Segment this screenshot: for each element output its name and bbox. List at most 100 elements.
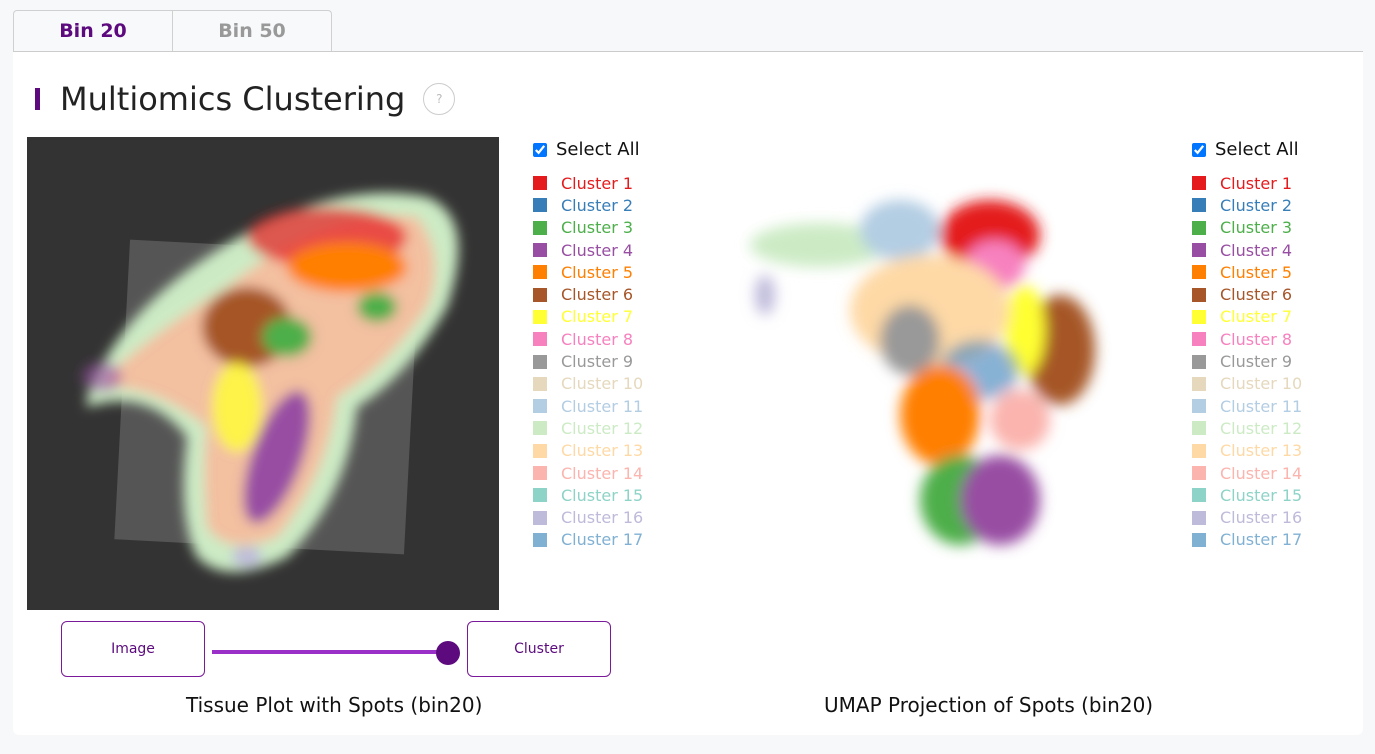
legend-item-cluster-3[interactable]: Cluster 3 <box>1192 217 1302 239</box>
color-swatch <box>533 287 547 302</box>
color-swatch <box>1192 443 1206 458</box>
legend-item-cluster-17[interactable]: Cluster 17 <box>1192 529 1302 551</box>
legend-item-cluster-7[interactable]: Cluster 7 <box>1192 306 1302 328</box>
legend-item-cluster-4[interactable]: Cluster 4 <box>533 239 643 261</box>
color-swatch <box>1192 488 1206 503</box>
color-swatch <box>533 198 547 213</box>
legend-label: Cluster 15 <box>1220 485 1303 505</box>
umap-legend: Select All Cluster 1 Cluster 2 Cluster 3 Cl… <box>1192 139 1302 551</box>
legend-item-cluster-1[interactable]: Cluster 1 <box>1192 172 1302 194</box>
image-button[interactable]: Image <box>61 621 205 677</box>
color-swatch <box>1192 243 1206 258</box>
legend-label: Cluster 7 <box>1220 307 1293 327</box>
legend-label: Cluster 9 <box>561 352 634 372</box>
legend-item-cluster-11[interactable]: Cluster 11 <box>1192 395 1302 417</box>
color-swatch <box>1192 332 1206 347</box>
legend-item-cluster-16[interactable]: Cluster 16 <box>1192 506 1302 528</box>
select-all-checkbox[interactable] <box>533 142 547 157</box>
legend-item-cluster-13[interactable]: Cluster 13 <box>1192 440 1302 462</box>
legend-label: Cluster 3 <box>561 218 634 238</box>
umap-clusters <box>750 200 1095 545</box>
color-swatch <box>533 399 547 414</box>
legend-label: Cluster 15 <box>561 485 644 505</box>
umap-select-all[interactable]: Select All <box>1192 139 1302 160</box>
color-swatch <box>1192 466 1206 480</box>
legend-item-cluster-13[interactable]: Cluster 13 <box>533 440 643 462</box>
tissue-plot-caption: Tissue Plot with Spots (bin20) <box>186 693 483 717</box>
legend-item-cluster-15[interactable]: Cluster 15 <box>533 484 643 506</box>
umap-plot[interactable] <box>730 180 1120 560</box>
legend-label: Cluster 14 <box>1220 463 1303 483</box>
color-swatch <box>1192 421 1206 436</box>
legend-item-cluster-9[interactable]: Cluster 9 <box>1192 350 1302 372</box>
section-header: Multiomics Clustering ? <box>35 80 456 118</box>
color-swatch <box>1192 265 1206 280</box>
legend-label: Cluster 6 <box>561 285 634 305</box>
legend-item-cluster-6[interactable]: Cluster 6 <box>1192 283 1302 305</box>
legend-items: Cluster 1 Cluster 2 Cluster 3 Cluster 4 Clus… <box>1192 172 1302 551</box>
color-swatch <box>533 176 547 191</box>
legend-item-cluster-3[interactable]: Cluster 3 <box>533 217 643 239</box>
legend-item-cluster-5[interactable]: Cluster 5 <box>533 261 643 283</box>
tab-bin-50[interactable]: Bin 50 <box>173 10 332 51</box>
legend-label: Cluster 8 <box>561 329 634 349</box>
legend-item-cluster-6[interactable]: Cluster 6 <box>533 283 643 305</box>
legend-item-cluster-5[interactable]: Cluster 5 <box>1192 261 1302 283</box>
legend-label: Cluster 2 <box>561 195 634 215</box>
legend-item-cluster-9[interactable]: Cluster 9 <box>533 350 643 372</box>
legend-item-cluster-14[interactable]: Cluster 14 <box>533 462 643 484</box>
legend-label: Cluster 5 <box>561 262 634 282</box>
tissue-select-all[interactable]: Select All <box>533 139 643 160</box>
select-all-checkbox[interactable] <box>1192 142 1206 157</box>
legend-label: Cluster 4 <box>561 240 634 260</box>
cluster-button[interactable]: Cluster <box>467 621 611 677</box>
color-swatch <box>533 421 547 436</box>
slider-handle[interactable] <box>436 641 460 665</box>
legend-item-cluster-1[interactable]: Cluster 1 <box>533 172 643 194</box>
legend-item-cluster-8[interactable]: Cluster 8 <box>533 328 643 350</box>
tab-bin-20[interactable]: Bin 20 <box>13 10 173 51</box>
legend-item-cluster-14[interactable]: Cluster 14 <box>1192 462 1302 484</box>
legend-label: Cluster 13 <box>561 441 644 461</box>
legend-label: Cluster 16 <box>1220 508 1303 528</box>
legend-label: Cluster 11 <box>561 396 644 416</box>
legend-item-cluster-7[interactable]: Cluster 7 <box>533 306 643 328</box>
legend-item-cluster-12[interactable]: Cluster 12 <box>1192 417 1302 439</box>
color-swatch <box>1192 198 1206 213</box>
legend-item-cluster-2[interactable]: Cluster 2 <box>533 194 643 216</box>
help-icon[interactable]: ? <box>423 83 456 115</box>
color-swatch <box>533 309 547 324</box>
color-swatch <box>1192 510 1206 525</box>
color-swatch <box>533 532 547 547</box>
legend-item-cluster-15[interactable]: Cluster 15 <box>1192 484 1302 506</box>
image-cluster-slider[interactable] <box>212 650 448 654</box>
color-swatch <box>533 265 547 280</box>
bin-tabs: Bin 20 Bin 50 <box>13 10 332 51</box>
color-swatch <box>533 376 547 391</box>
legend-label: Cluster 10 <box>1220 374 1303 394</box>
legend-item-cluster-8[interactable]: Cluster 8 <box>1192 328 1302 350</box>
title-accent-bar <box>35 88 40 110</box>
legend-item-cluster-10[interactable]: Cluster 10 <box>533 373 643 395</box>
legend-item-cluster-2[interactable]: Cluster 2 <box>1192 194 1302 216</box>
color-swatch <box>533 466 547 480</box>
legend-item-cluster-4[interactable]: Cluster 4 <box>1192 239 1302 261</box>
legend-label: Cluster 2 <box>1220 195 1293 215</box>
color-swatch <box>1192 399 1206 414</box>
tissue-plot[interactable] <box>27 137 499 610</box>
legend-item-cluster-12[interactable]: Cluster 12 <box>533 417 643 439</box>
legend-label: Cluster 6 <box>1220 285 1293 305</box>
legend-label: Cluster 16 <box>561 508 644 528</box>
page-title: Multiomics Clustering <box>60 80 406 118</box>
color-swatch <box>1192 309 1206 324</box>
legend-label: Cluster 12 <box>561 418 644 438</box>
legend-label: Cluster 11 <box>1220 396 1303 416</box>
legend-item-cluster-10[interactable]: Cluster 10 <box>1192 373 1302 395</box>
legend-item-cluster-11[interactable]: Cluster 11 <box>533 395 643 417</box>
legend-label: Cluster 12 <box>1220 418 1303 438</box>
color-swatch <box>533 488 547 503</box>
color-swatch <box>1192 354 1206 369</box>
legend-item-cluster-17[interactable]: Cluster 17 <box>533 529 643 551</box>
legend-item-cluster-16[interactable]: Cluster 16 <box>533 506 643 528</box>
tissue-image <box>82 193 459 572</box>
